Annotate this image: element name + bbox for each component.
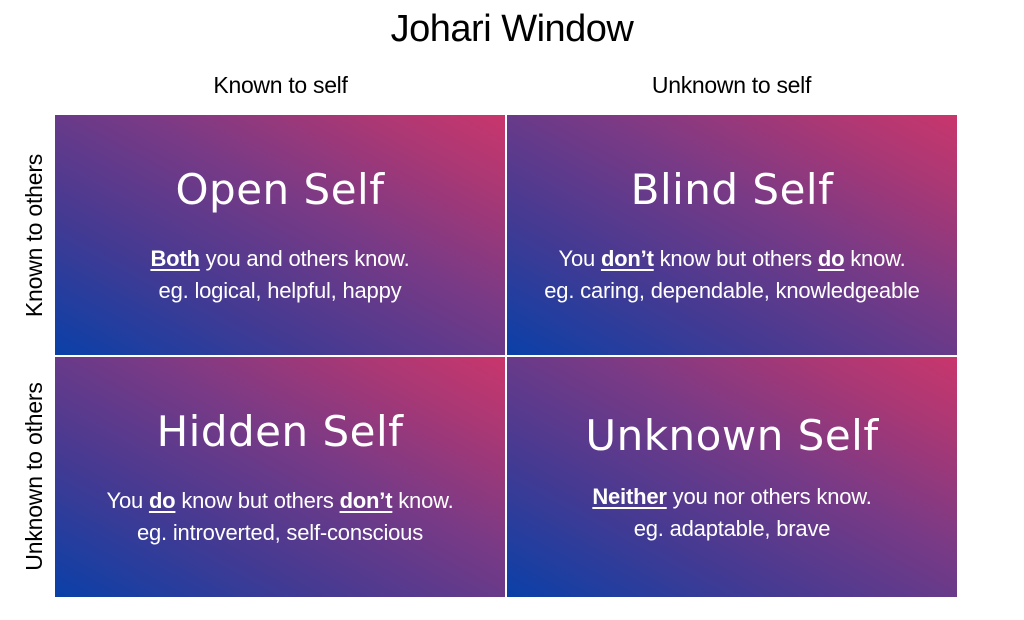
emphasized-word: do xyxy=(817,246,845,271)
definition-text: know. xyxy=(844,246,906,271)
quadrant-example: eg. introverted, self-conscious xyxy=(136,520,424,545)
column-label-known-to-self: Known to self xyxy=(213,72,348,98)
definition-text: you nor others know. xyxy=(666,484,872,509)
emphasized-word: Both xyxy=(150,246,200,271)
definition-text: know but others xyxy=(175,488,340,513)
quadrant-blind-self: Blind Self You don’t know but others do … xyxy=(507,115,957,355)
quadrant-title: Blind Self xyxy=(630,165,834,214)
definition-text: you and others know. xyxy=(199,246,410,271)
quadrant-description: You do know but others don’t know. eg. i… xyxy=(55,485,505,549)
quadrant-description: Both you and others know. eg. logical, h… xyxy=(55,243,505,307)
quadrant-definition: You don’t know but others do know. xyxy=(507,243,957,275)
quadrant-example: eg. caring, dependable, knowledgeable xyxy=(544,278,920,303)
quadrant-title: Open Self xyxy=(175,165,385,214)
column-label-unknown-to-self: Unknown to self xyxy=(651,72,812,98)
diagram-title: Johari Window xyxy=(390,8,634,50)
definition-text: know. xyxy=(392,488,454,513)
emphasized-word: don’t xyxy=(339,488,393,513)
definition-text: know but others xyxy=(653,246,818,271)
quadrant-unknown-self: Unknown Self Neither you nor others know… xyxy=(507,357,957,597)
quadrant-description: Neither you nor others know. eg. adaptab… xyxy=(507,481,957,545)
definition-text: You xyxy=(558,246,601,271)
quadrant-title: Unknown Self xyxy=(585,411,879,460)
emphasized-word: Neither xyxy=(592,484,667,509)
emphasized-word: do xyxy=(148,488,176,513)
johari-grid: Open Self Both you and others know. eg. … xyxy=(55,115,959,597)
emphasized-word: don’t xyxy=(600,246,654,271)
quadrant-title: Hidden Self xyxy=(156,407,404,456)
quadrant-definition: Both you and others know. xyxy=(55,243,505,275)
quadrant-example: eg. adaptable, brave xyxy=(633,516,831,541)
quadrant-description: You don’t know but others do know. eg. c… xyxy=(507,243,957,307)
row-label-known-to-others: Known to others xyxy=(21,153,47,318)
quadrant-definition: Neither you nor others know. xyxy=(507,481,957,513)
quadrant-hidden-self: Hidden Self You do know but others don’t… xyxy=(55,357,505,597)
quadrant-example: eg. logical, helpful, happy xyxy=(158,278,402,303)
row-label-unknown-to-others: Unknown to others xyxy=(21,382,47,571)
definition-text: You xyxy=(106,488,149,513)
quadrant-open-self: Open Self Both you and others know. eg. … xyxy=(55,115,505,355)
quadrant-definition: You do know but others don’t know. xyxy=(55,485,505,517)
